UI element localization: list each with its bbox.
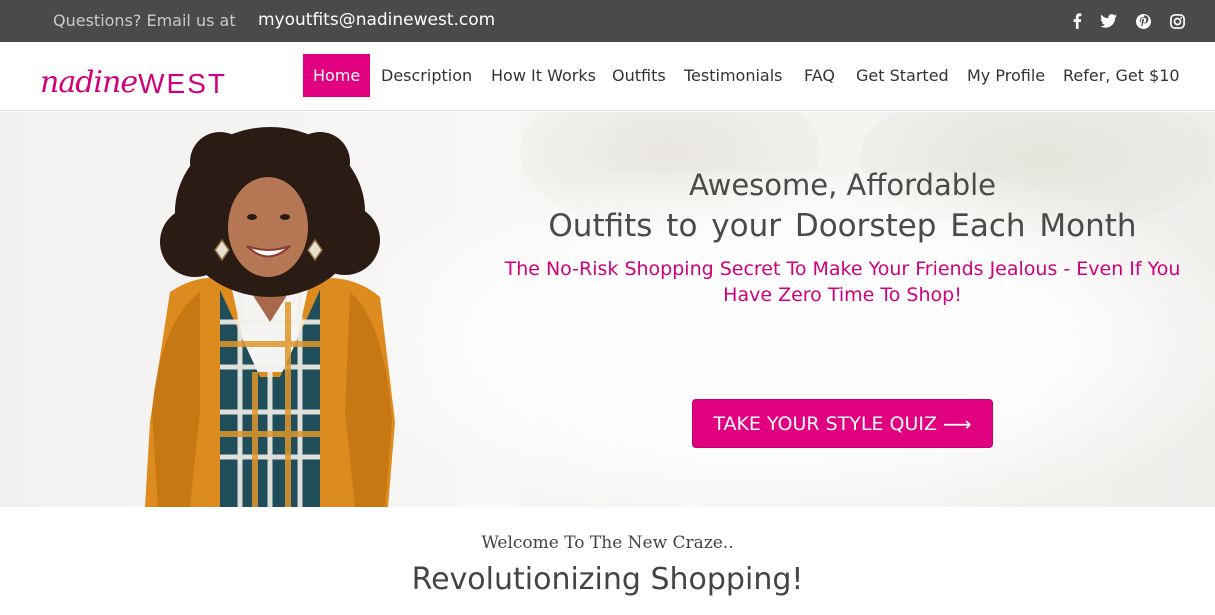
nav-how-it-works[interactable]: How It Works [491, 54, 596, 97]
hero-subtitle: The No-Risk Shopping Secret To Make Your… [504, 258, 1181, 306]
nadinewest-logo[interactable]: nadine WEST [40, 56, 227, 100]
top-contact-bar: Questions? Email us at myoutfits@nadinew… [0, 0, 1215, 42]
hero-banner: Awesome, Affordable Outfits to your Door… [0, 112, 1215, 507]
logo-west-text: WEST [138, 68, 227, 99]
nav-outfits[interactable]: Outfits [612, 54, 666, 97]
hero-model-photo [145, 127, 395, 507]
contact-question: Questions? Email us at [53, 11, 236, 30]
main-navbar: nadine WEST Home Description How It Work… [0, 42, 1215, 111]
logo-script-text: nadine [40, 65, 138, 100]
nav-faq[interactable]: FAQ [804, 54, 835, 97]
instagram-icon[interactable] [1167, 11, 1187, 31]
hero-title-line1: Awesome, Affordable [688, 168, 997, 202]
nav-my-profile[interactable]: My Profile [967, 54, 1045, 97]
twitter-icon[interactable] [1098, 11, 1118, 31]
section-heading: Revolutionizing Shopping! [411, 562, 804, 597]
hero-title-line2: Outfits to your Doorstep Each Month [548, 208, 1137, 244]
style-quiz-button[interactable]: TAKE YOUR STYLE QUIZ ⟶ [692, 399, 993, 448]
pinterest-icon[interactable] [1133, 11, 1153, 31]
style-quiz-label: TAKE YOUR STYLE QUIZ [713, 412, 937, 435]
contact-email-link[interactable]: myoutfits@nadinewest.com [258, 10, 495, 30]
nav-description[interactable]: Description [381, 54, 472, 97]
nav-get-started[interactable]: Get Started [856, 54, 949, 97]
arrow-right-icon: ⟶ [943, 411, 972, 436]
nav-refer[interactable]: Refer, Get $10 [1063, 54, 1180, 97]
nav-testimonials[interactable]: Testimonials [684, 54, 783, 97]
facebook-icon[interactable] [1067, 11, 1087, 31]
welcome-text: Welcome To The New Craze.. [481, 533, 734, 553]
nav-home[interactable]: Home [303, 54, 371, 97]
